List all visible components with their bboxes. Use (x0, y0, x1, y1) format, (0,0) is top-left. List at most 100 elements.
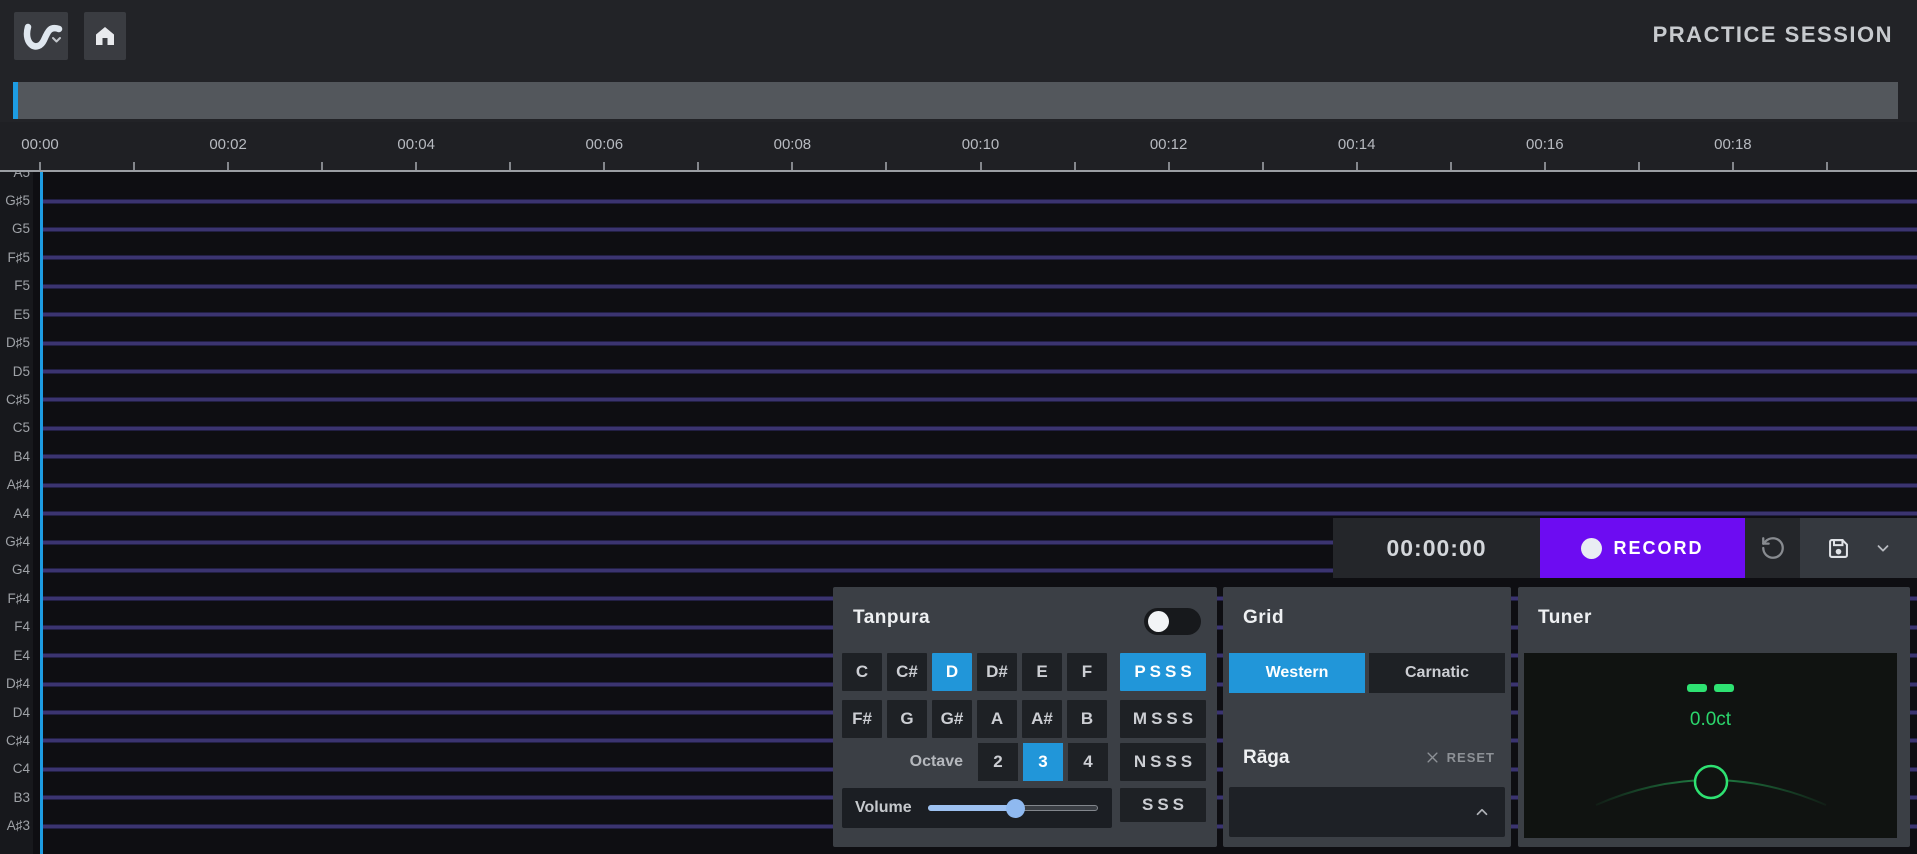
tanpura-note-b[interactable]: B (1067, 700, 1107, 738)
pitch-label: G5 (0, 220, 30, 238)
pitch-label: C5 (0, 419, 30, 437)
toggle-knob (1148, 611, 1169, 632)
pitch-label: F5 (0, 277, 30, 295)
tanpura-panel: Tanpura CC#DD#EF PSSS F#GG#AA#B MSSS Octav… (833, 587, 1217, 847)
tanpura-note-d[interactable]: D (932, 653, 972, 691)
pitch-label: A♯4 (0, 476, 30, 494)
grid-panel: Grid WesternCarnatic Rāga RESET (1223, 587, 1511, 847)
tanpura-volume-row: Volume SSS (842, 788, 1206, 828)
volume-label: Volume (855, 799, 912, 817)
pitch-label: D♯5 (0, 334, 30, 352)
tanpura-pattern-msss[interactable]: MSSS (1120, 700, 1206, 738)
ruler-tick (509, 162, 511, 170)
top-bar: PRACTICE SESSION (0, 0, 1917, 70)
octave-label: Octave (910, 753, 963, 771)
pitch-line (42, 370, 1917, 373)
ruler-tick (1074, 162, 1076, 170)
transport-toolbar: 00:00:00 RECORD (1333, 518, 1917, 578)
tuner-title: Tuner (1538, 607, 1592, 629)
pitch-label: C♯4 (0, 732, 30, 750)
chevron-down-icon (53, 38, 60, 42)
pitch-line (42, 427, 1917, 430)
volume-slider[interactable] (928, 798, 1098, 818)
tanpura-pattern-sss[interactable]: SSS (1120, 788, 1206, 822)
save-button[interactable] (1825, 535, 1852, 562)
octave-4-button[interactable]: 4 (1068, 743, 1108, 781)
ruler-tick (697, 162, 699, 170)
pitch-label: A4 (0, 505, 30, 523)
page-title: PRACTICE SESSION (1653, 22, 1893, 48)
x-cross-icon (1425, 750, 1440, 765)
ruler-tick (1638, 162, 1640, 170)
volume-knob[interactable] (1006, 799, 1025, 818)
tuner-panel: Tuner 0.0ct (1518, 587, 1910, 847)
tuner-gauge (1524, 653, 1897, 838)
reset-label: RESET (1447, 750, 1495, 765)
ruler-tick (885, 162, 887, 170)
tanpura-note-d#[interactable]: D# (977, 653, 1017, 691)
pitch-line (42, 342, 1917, 345)
ruler-tick (1356, 162, 1358, 170)
octave-2-button[interactable]: 2 (978, 743, 1018, 781)
tanpura-pattern-psss[interactable]: PSSS (1120, 653, 1206, 691)
ruler-time-label: 00:04 (397, 136, 435, 154)
undo-arrow-icon (1760, 535, 1786, 561)
tanpura-note-g#[interactable]: G# (932, 700, 972, 738)
tanpura-note-f[interactable]: F (1067, 653, 1107, 691)
ruler-time-label: 00:18 (1714, 136, 1752, 154)
session-timer: 00:00:00 (1333, 518, 1540, 578)
pitch-label: B4 (0, 448, 30, 466)
ruler-tick (1168, 162, 1170, 170)
tanpura-note-row-2: F#GG#AA#B MSSS (842, 700, 1206, 738)
grid-tab-western[interactable]: Western (1229, 653, 1365, 693)
save-options-button[interactable] (1874, 539, 1892, 557)
raga-dropdown[interactable] (1229, 787, 1505, 837)
caret-up-icon (1473, 803, 1491, 821)
ruler-time-label: 00:14 (1338, 136, 1376, 154)
octave-3-button[interactable]: 3 (1023, 743, 1063, 781)
tanpura-octave-row: Octave 234 NSSS (842, 743, 1206, 781)
tanpura-title: Tanpura (853, 607, 930, 629)
pitch-line (42, 200, 1917, 203)
scrubber-position-marker (13, 82, 18, 119)
ruler-tick (1732, 162, 1734, 170)
grid-tabs: WesternCarnatic (1229, 653, 1505, 693)
grid-tab-carnatic[interactable]: Carnatic (1369, 653, 1505, 693)
pitch-label: A♯3 (0, 817, 30, 835)
ruler-tick (227, 162, 229, 170)
ruler-tick (39, 162, 41, 170)
home-button[interactable] (84, 12, 126, 60)
ruler-time-label: 00:16 (1526, 136, 1564, 154)
tuner-display: 0.0ct (1524, 653, 1897, 838)
pitch-line (42, 313, 1917, 316)
undo-button[interactable] (1745, 518, 1800, 578)
tanpura-note-f#[interactable]: F# (842, 700, 882, 738)
tanpura-note-e[interactable]: E (1022, 653, 1062, 691)
tanpura-note-c[interactable]: C (842, 653, 882, 691)
ruler-time-label: 00:02 (209, 136, 247, 154)
record-button[interactable]: RECORD (1540, 518, 1745, 578)
pitch-label: E5 (0, 306, 30, 324)
pitch-line (42, 285, 1917, 288)
time-ruler[interactable]: 00:0000:0200:0400:0600:0800:1000:1200:14… (0, 122, 1917, 172)
pitch-line (42, 228, 1917, 231)
timeline-scrubber[interactable] (13, 82, 1898, 119)
tanpura-note-c#[interactable]: C# (887, 653, 927, 691)
pitch-line (42, 398, 1917, 401)
pitch-label: D4 (0, 704, 30, 722)
tanpura-note-a[interactable]: A (977, 700, 1017, 738)
tanpura-pattern-nsss[interactable]: NSSS (1120, 743, 1206, 781)
pitch-line (42, 484, 1917, 487)
raga-reset-button[interactable]: RESET (1425, 750, 1495, 765)
volume-box: Volume (842, 788, 1112, 828)
ruler-tick (133, 162, 135, 170)
tanpura-note-g[interactable]: G (887, 700, 927, 738)
ruler-tick (791, 162, 793, 170)
tanpura-toggle[interactable] (1144, 608, 1201, 635)
pitch-line (42, 256, 1917, 259)
pitch-label-gutter: A5G♯5G5F♯5F5E5D♯5D5C♯5C5B4A♯4A4G♯4G4F♯4F… (0, 172, 33, 854)
tanpura-note-a#[interactable]: A# (1022, 700, 1062, 738)
floppy-disk-icon (1825, 535, 1852, 562)
logo-menu-button[interactable] (14, 12, 68, 60)
tanpura-note-row-1: CC#DD#EF PSSS (842, 653, 1206, 691)
